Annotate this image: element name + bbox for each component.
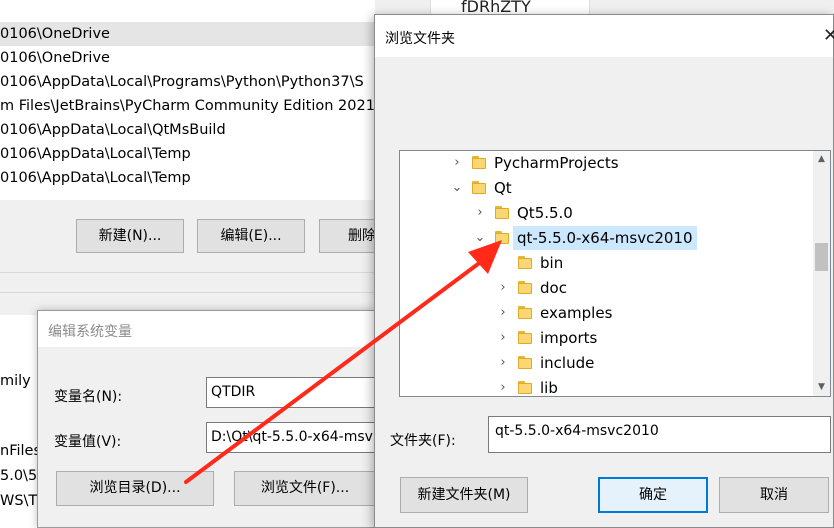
chevron-right-icon[interactable]: › (496, 351, 510, 375)
folder-icon (518, 256, 532, 270)
tree-item-imports[interactable]: › imports (496, 326, 696, 350)
tree-item-label: include (540, 354, 595, 372)
tree-item-label: examples (540, 304, 613, 322)
tree-item-qt550[interactable]: › Qt5.5.0 (473, 201, 673, 225)
chevron-down-icon[interactable]: ⌄ (450, 176, 464, 200)
dialog-titlebar[interactable]: 浏览文件夹 ✕ (375, 15, 834, 57)
scroll-up-arrow-icon[interactable]: ▲ (813, 151, 830, 168)
folder-label: 文件夹(F): (390, 433, 456, 449)
list-fragment-text: mily (0, 373, 31, 389)
new-folder-button[interactable]: 新建文件夹(M) (400, 477, 528, 513)
path-list-item[interactable]: m Files\JetBrains\PyCharm Community Edit… (0, 94, 375, 118)
edit-system-variable-dialog: 编辑系统变量 变量名(N): QTDIR 变量值(V): D:\Qt\qt-5.… (37, 310, 376, 528)
ok-button[interactable]: 确定 (598, 477, 708, 513)
tree-item-examples[interactable]: › examples (496, 301, 696, 325)
folder-input[interactable]: qt-5.5.0-x64-msvc2010 (488, 416, 831, 453)
folder-icon (495, 231, 509, 245)
cancel-button[interactable]: 取消 (719, 477, 829, 513)
tree-item-qt-msvc2010[interactable]: ⌄ qt-5.5.0-x64-msvc2010 (473, 226, 713, 250)
tree-item-label: doc (540, 279, 567, 297)
close-icon[interactable]: ✕ (823, 25, 834, 46)
path-list-item[interactable]: 0106\AppData\Local\Temp (0, 142, 375, 166)
path-list-item[interactable]: 0106\AppData\Local\QtMsBuild (0, 118, 375, 142)
tree-item-include[interactable]: › include (496, 351, 696, 375)
tree-item-label: Qt5.5.0 (517, 204, 573, 222)
folder-icon (518, 306, 532, 320)
edit-variable-button[interactable]: 编辑(E)... (197, 219, 305, 253)
chevron-right-icon[interactable]: › (473, 201, 487, 225)
tree-item-label: lib (540, 379, 558, 397)
tree-item-label: qt-5.5.0-x64-msvc2010 (513, 226, 697, 250)
background-header-strip (0, 0, 375, 20)
folder-icon (518, 356, 532, 370)
path-list-item[interactable]: 0106\AppData\Local\Programs\Python\Pytho… (0, 70, 375, 94)
folder-icon (518, 331, 532, 345)
chevron-right-icon[interactable]: › (496, 376, 510, 396)
variable-name-input[interactable]: QTDIR (206, 377, 376, 408)
chevron-down-icon[interactable]: ⌄ (473, 226, 487, 250)
chevron-right-icon[interactable]: › (496, 326, 510, 350)
folder-icon (472, 181, 486, 195)
scroll-thumb[interactable] (815, 243, 828, 271)
variable-name-label: 变量名(N): (54, 389, 123, 405)
browse-directory-button[interactable]: 浏览目录(D)... (56, 471, 214, 506)
tree-item-pycharmprojects[interactable]: › PycharmProjects (450, 151, 650, 175)
tree-item-bin[interactable]: bin (496, 251, 696, 275)
tree-item-qt[interactable]: ⌄ Qt (450, 176, 650, 200)
path-list-item[interactable]: 0106\OneDrive (0, 22, 375, 46)
list-fragment-text: WS\T (0, 493, 38, 509)
path-list-item[interactable]: 0106\OneDrive (0, 46, 375, 70)
list-fragment-text: nFiles (0, 443, 42, 459)
chevron-right-icon[interactable]: › (450, 151, 464, 175)
divider (0, 292, 375, 293)
system-variable-list-fragment: mily nFiles 5.0\5 WS\T (0, 315, 42, 528)
list-fragment-text: 5.0\5 (0, 468, 38, 484)
dialog-title: 浏览文件夹 (385, 31, 455, 47)
tree-item-label: PycharmProjects (494, 154, 619, 172)
browse-folder-dialog: 浏览文件夹 ✕ › PycharmProjects ⌄ Qt › Qt5.5.0… (374, 14, 834, 528)
folder-icon (518, 381, 532, 395)
browse-file-button[interactable]: 浏览文件(F)... (234, 471, 376, 506)
path-list-item[interactable]: 0106\AppData\Local\Temp (0, 166, 375, 190)
tree-item-label: imports (540, 329, 598, 347)
tree-item-doc[interactable]: › doc (496, 276, 696, 300)
tree-scrollbar[interactable]: ▲ ▼ (813, 151, 830, 396)
tree-item-label: Qt (494, 179, 512, 197)
dialog-title: 编辑系统变量 (48, 324, 132, 340)
tree-item-label: bin (540, 254, 564, 272)
path-list[interactable]: 0106\OneDrive 0106\OneDrive 0106\AppData… (0, 20, 375, 200)
tree-item-lib[interactable]: › lib (496, 376, 696, 397)
delete-variable-button[interactable]: 删除 (319, 219, 375, 253)
folder-icon (495, 206, 509, 220)
chevron-right-icon[interactable]: › (496, 301, 510, 325)
variable-value-input[interactable]: D:\Qt\qt-5.5.0-x64-msv (206, 422, 376, 453)
dialog-titlebar[interactable]: 编辑系统变量 (38, 311, 374, 347)
folder-icon (472, 156, 486, 170)
variable-value-label: 变量值(V): (54, 434, 122, 450)
divider (0, 272, 375, 273)
folder-icon (518, 281, 532, 295)
chevron-right-icon[interactable]: › (496, 276, 510, 300)
scroll-down-arrow-icon[interactable]: ▼ (813, 379, 830, 396)
new-variable-button[interactable]: 新建(N)... (76, 219, 184, 253)
folder-tree[interactable]: › PycharmProjects ⌄ Qt › Qt5.5.0 ⌄ qt-5.… (399, 150, 831, 397)
